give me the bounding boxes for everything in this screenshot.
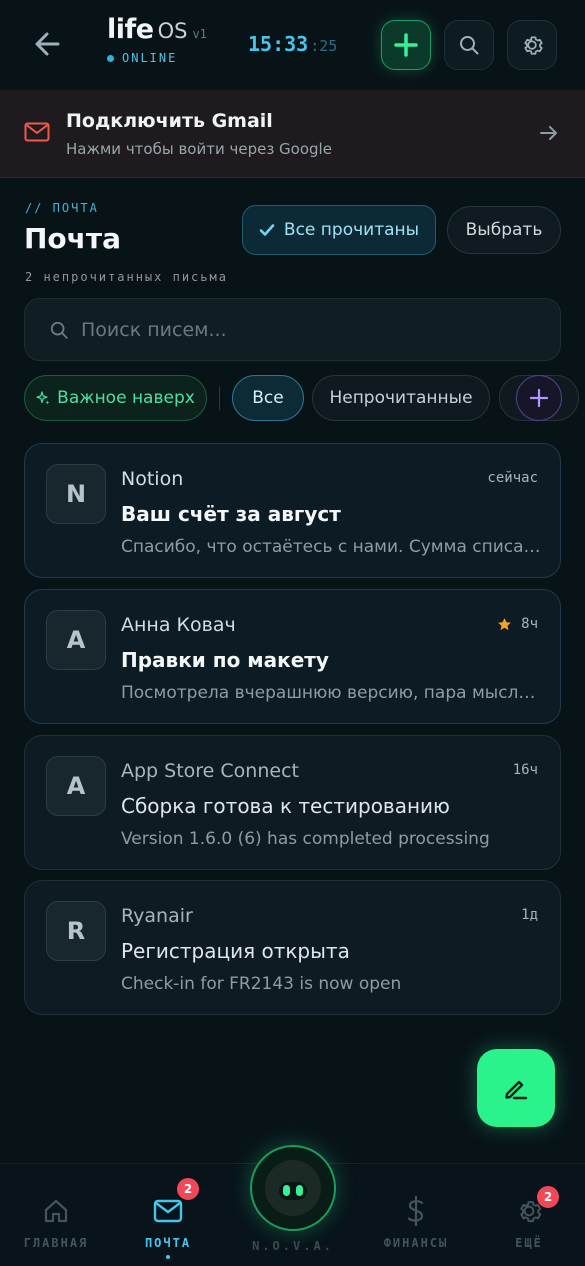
important-first-label: Важное наверх — [57, 388, 195, 408]
email-preview: Check-in for FR2143 is now open — [121, 974, 402, 994]
search-icon — [50, 321, 68, 339]
select-button[interactable]: Выбрать — [447, 206, 561, 254]
sender-avatar: N — [46, 464, 106, 524]
nav-mail-label: ПОЧТА — [144, 1236, 192, 1250]
email-sender: App Store Connect — [121, 760, 299, 782]
app-header: life OS v1 ONLINE 15:33 :25 — [0, 0, 585, 90]
mail-icon — [24, 122, 50, 142]
email-preview: Посмотрела вчерашнюю версию, пара мыслей… — [121, 683, 541, 703]
filter-divider — [219, 386, 220, 410]
more-badge: 2 — [537, 1186, 559, 1208]
connect-gmail-banner[interactable]: Подключить Gmail Нажми чтобы войти через… — [0, 90, 585, 178]
email-preview: Version 1.6.0 (6) has completed processi… — [121, 829, 490, 849]
banner-title: Подключить Gmail — [66, 110, 273, 132]
mail-icon — [153, 1199, 183, 1223]
email-sender: Notion — [121, 468, 184, 490]
email-time-label: 1д — [521, 907, 538, 923]
sender-avatar: A — [46, 756, 106, 816]
mark-all-read-button[interactable]: Все прочитаны — [242, 205, 436, 255]
banner-subtitle: Нажми чтобы войти через Google — [66, 140, 332, 158]
email-time: 1д — [521, 907, 538, 923]
robot-icon — [265, 1160, 321, 1216]
home-icon — [44, 1199, 68, 1223]
plus-icon — [394, 33, 418, 57]
compose-button[interactable] — [477, 1049, 555, 1127]
nav-nova-label: N.O.V.A. — [252, 1239, 334, 1253]
bottom-navigation: ГЛАВНАЯ 2 ПОЧТА N.O.V.A. ФИНАНСЫ 2 ЕЩЁ — [0, 1145, 585, 1266]
email-subject: Правки по макету — [121, 648, 329, 672]
mark-all-read-label: Все прочитаны — [283, 220, 420, 240]
email-sender: Анна Ковач — [121, 614, 236, 636]
search-button[interactable] — [444, 20, 494, 70]
check-icon — [259, 224, 275, 236]
email-preview: Спасибо, что остаётесь с нами. Сумма спи… — [121, 537, 541, 557]
email-subject: Ваш счёт за август — [121, 502, 341, 526]
nav-more-label: ЕЩЁ — [515, 1236, 543, 1250]
email-time-label: 16ч — [512, 762, 538, 778]
nova-assistant-button[interactable] — [250, 1145, 336, 1231]
filter-bar: Важное наверх Все Непрочитанные — [24, 375, 585, 423]
nav-mail[interactable]: 2 ПОЧТА — [123, 1178, 213, 1259]
app-brand: life OS v1 ONLINE — [107, 14, 207, 65]
plus-icon — [529, 388, 549, 408]
arrow-right-icon — [540, 126, 557, 140]
brand-version: v1 — [192, 27, 207, 41]
nav-finance-label: ФИНАНСЫ — [383, 1236, 449, 1250]
sender-avatar: A — [46, 610, 106, 670]
search-placeholder: Поиск писем... — [81, 318, 227, 341]
email-time: 8ч — [497, 616, 538, 632]
search-icon — [460, 36, 479, 55]
active-indicator — [166, 1255, 170, 1259]
mail-badge: 2 — [177, 1178, 199, 1200]
email-item[interactable]: A App Store Connect 16ч Сборка готова к … — [24, 735, 561, 870]
sender-avatar: R — [46, 901, 106, 961]
email-sender: Ryanair — [121, 905, 193, 927]
sparkle-icon — [36, 391, 50, 405]
section-kicker: // ПОЧТА — [25, 201, 99, 215]
email-time: 16ч — [513, 762, 538, 778]
page-title: Почта — [24, 222, 122, 255]
brand-life: life — [107, 14, 154, 45]
email-subject: Регистрация открыта — [121, 939, 350, 963]
banner-text: Подключить Gmail Нажми чтобы войти через… — [66, 110, 332, 158]
email-subject: Сборка готова к тестированию — [121, 794, 450, 818]
settings-button[interactable] — [507, 20, 557, 70]
brand-os: OS — [157, 19, 188, 43]
dollar-icon — [407, 1195, 424, 1227]
clock: 15:33 :25 — [248, 32, 337, 56]
status-label: ONLINE — [122, 51, 178, 65]
pencil-icon — [505, 1080, 528, 1100]
email-time-label: сейчас — [487, 470, 538, 486]
email-item[interactable]: R Ryanair 1д Регистрация открыта Check-i… — [24, 880, 561, 1015]
clock-hours-minutes: 15:33 — [248, 32, 309, 56]
unread-count-label: 2 непрочитанных письма — [25, 270, 228, 284]
status-dot — [107, 54, 114, 62]
nav-home[interactable]: ГЛАВНАЯ — [11, 1194, 101, 1250]
nav-more[interactable]: 2 ЕЩЁ — [484, 1186, 574, 1250]
online-status: ONLINE — [107, 51, 207, 65]
clock-seconds: :25 — [310, 37, 338, 55]
filter-unread[interactable]: Непрочитанные — [312, 375, 490, 421]
back-arrow-icon — [35, 32, 60, 56]
email-item[interactable]: N Notion сейчас Ваш счёт за август Спаси… — [24, 443, 561, 578]
back-button[interactable] — [28, 24, 68, 64]
nav-home-label: ГЛАВНАЯ — [23, 1236, 89, 1250]
filter-all[interactable]: Все — [232, 375, 304, 421]
add-button[interactable] — [381, 20, 431, 70]
star-icon — [498, 617, 512, 630]
important-first-toggle[interactable]: Важное наверх — [24, 375, 207, 421]
email-time-label: 8ч — [521, 616, 538, 632]
gear-icon — [524, 36, 543, 55]
add-filter-button[interactable] — [516, 375, 562, 421]
nav-finance[interactable]: ФИНАНСЫ — [371, 1194, 461, 1250]
email-item[interactable]: A Анна Ковач 8ч Правки по макету Посмотр… — [24, 589, 561, 724]
email-time: сейчас — [487, 470, 538, 486]
search-input[interactable]: Поиск писем... — [24, 298, 561, 361]
